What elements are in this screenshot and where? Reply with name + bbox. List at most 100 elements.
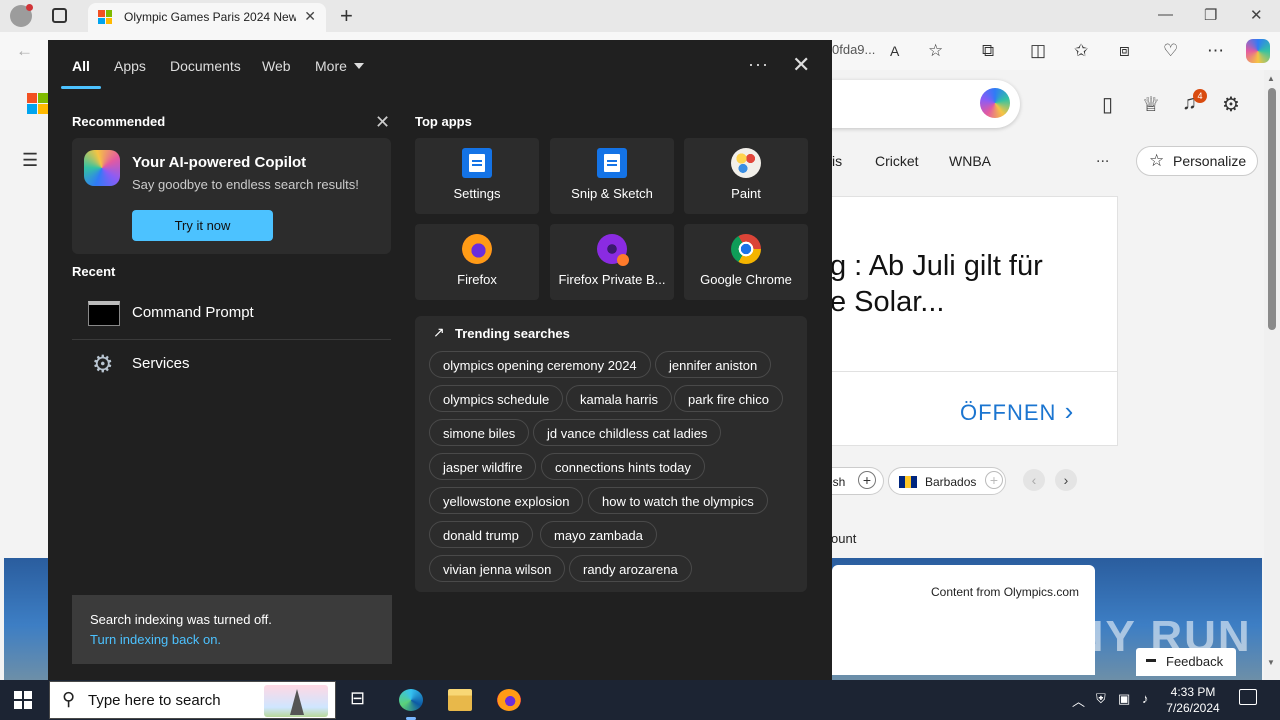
settings-more-icon[interactable]: ⋯	[1207, 41, 1224, 61]
indexing-message: Search indexing was turned off.	[90, 612, 272, 627]
tab-web[interactable]: Web	[262, 58, 291, 74]
address-bar-text[interactable]: 0fda9...	[832, 42, 875, 57]
trending-search-pill[interactable]: olympics schedule	[429, 385, 564, 412]
window-close-button[interactable]: ✕	[1250, 6, 1263, 24]
turn-indexing-on-link[interactable]: Turn indexing back on.	[90, 632, 221, 647]
more-options-icon[interactable]: ···	[748, 54, 769, 75]
window-restore-button[interactable]: ❐	[1204, 6, 1217, 24]
split-screen-icon[interactable]: ◫	[1030, 41, 1046, 61]
collections-icon[interactable]: ⧈	[1119, 41, 1130, 61]
taskbar-search-box[interactable]: ⚲ Type here to search	[49, 681, 336, 719]
favorite-star-icon[interactable]: ☆	[928, 41, 943, 61]
tab-more[interactable]: More	[315, 58, 364, 74]
trending-search-pill[interactable]: jennifer aniston	[655, 351, 772, 378]
scroll-up-icon[interactable]: ▲	[1267, 74, 1275, 83]
read-aloud-icon[interactable]: A	[890, 43, 899, 59]
performance-icon[interactable]: ♡	[1163, 41, 1178, 61]
add-chip-icon-2[interactable]: +	[985, 471, 1003, 489]
nav-link-cricket[interactable]: Cricket	[875, 153, 919, 169]
show-hidden-icons-chevron-icon[interactable]: ︿	[1072, 691, 1085, 710]
trending-search-pill[interactable]: yellowstone explosion	[429, 487, 584, 514]
nav-link-partial[interactable]: is	[832, 153, 842, 169]
firefox-icon	[462, 234, 492, 264]
app-tile-snip-sketch[interactable]: Snip & Sketch	[550, 138, 674, 214]
back-arrow-icon[interactable]: ←	[16, 41, 33, 61]
trending-search-pill[interactable]: kamala harris	[566, 385, 673, 412]
firefox-taskbar-icon[interactable]	[497, 689, 521, 711]
tab-documents[interactable]: Documents	[170, 58, 241, 74]
tab-apps[interactable]: Apps	[114, 58, 146, 74]
chips-next-arrow-icon[interactable]: ›	[1055, 469, 1077, 491]
trending-search-pill[interactable]: mayo zambada	[540, 521, 657, 548]
trending-search-pill[interactable]: connections hints today	[541, 453, 705, 480]
security-tray-icon[interactable]: ⛨	[1096, 691, 1106, 707]
file-explorer-icon[interactable]	[448, 689, 472, 711]
copilot-promo-subtitle: Say goodbye to endless search results!	[132, 177, 359, 192]
ad-open-button[interactable]: ÖFFNEN	[960, 396, 1074, 427]
trending-search-pill[interactable]: park fire chico	[674, 385, 783, 412]
trending-search-pill[interactable]: donald trump	[429, 521, 533, 548]
add-chip-icon[interactable]: +	[858, 471, 876, 489]
feedback-button[interactable]: Feedback	[1136, 648, 1236, 676]
chips-prev-arrow-icon[interactable]: ‹	[1023, 469, 1045, 491]
task-view-icon[interactable]: ⊟	[350, 688, 374, 710]
app-tile-settings[interactable]: Settings	[415, 138, 539, 214]
action-center-icon[interactable]	[1239, 689, 1257, 705]
scrollbar-thumb[interactable]	[1268, 88, 1276, 330]
trending-search-pill[interactable]: olympics opening ceremony 2024	[429, 351, 651, 378]
tab-all[interactable]: All	[72, 58, 90, 74]
recent-item-services[interactable]: ⚙ Services	[72, 340, 391, 390]
tab-title: Olympic Games Paris 2024 News,	[124, 10, 296, 24]
taskbar-clock[interactable]: 4:33 PM 7/26/2024	[1158, 684, 1228, 716]
start-windows-icon[interactable]	[14, 691, 32, 709]
recent-item-command-prompt[interactable]: Command Prompt	[72, 289, 391, 339]
search-indexing-notice: Search indexing was turned off. Turn ind…	[72, 595, 392, 664]
nav-link-wnba[interactable]: WNBA	[949, 153, 991, 169]
new-tab-button[interactable]: +	[340, 3, 353, 29]
trending-search-pill[interactable]: how to watch the olympics	[588, 487, 768, 514]
app-tile-paint[interactable]: Paint	[684, 138, 808, 214]
page-settings-gear-icon[interactable]: ⚙	[1222, 92, 1240, 117]
browser-tab-active[interactable]: Olympic Games Paris 2024 News, ✕	[88, 3, 326, 32]
favorites-icon[interactable]: ✩	[1074, 41, 1088, 61]
window-minimize-button[interactable]: —	[1158, 6, 1173, 23]
try-it-now-button[interactable]: Try it now	[132, 210, 273, 241]
dismiss-recommended-icon[interactable]: ✕	[375, 112, 390, 133]
profile-avatar-icon[interactable]	[10, 4, 33, 27]
tab-close-icon[interactable]: ✕	[304, 8, 316, 25]
trending-search-pill[interactable]: jasper wildfire	[429, 453, 537, 480]
search-icon: ⚲	[62, 689, 76, 709]
copilot-promo-card: Your AI-powered Copilot Say goodbye to e…	[72, 138, 391, 254]
ad-headline-line-1: g : Ab Juli gilt für	[830, 250, 1043, 282]
rewards-trophy-icon[interactable]: ♕	[1142, 92, 1160, 117]
google-chrome-icon	[731, 234, 761, 264]
app-tile-label: Google Chrome	[700, 272, 792, 287]
active-tab-indicator	[61, 86, 101, 89]
app-tile-firefox[interactable]: Firefox	[415, 224, 539, 300]
volume-icon[interactable]: ♪	[1142, 691, 1149, 706]
hamburger-menu-icon[interactable]: ☰	[22, 150, 38, 171]
settings-app-icon	[462, 148, 492, 178]
copilot-sidebar-icon[interactable]	[1246, 39, 1270, 63]
app-tile-firefox-private[interactable]: Firefox Private B...	[550, 224, 674, 300]
tab-actions-icon[interactable]	[52, 8, 67, 23]
personalize-button[interactable]: Personalize	[1136, 146, 1258, 176]
trending-search-pill[interactable]: vivian jenna wilson	[429, 555, 566, 582]
close-flyout-icon[interactable]: ✕	[792, 52, 810, 78]
network-icon[interactable]: ▣	[1118, 691, 1130, 707]
page-scrollbar[interactable]: ▲ ▼	[1264, 70, 1280, 680]
app-tile-label: Settings	[453, 186, 501, 201]
trending-search-pill[interactable]: simone biles	[429, 419, 530, 446]
copilot-icon[interactable]	[980, 88, 1010, 118]
search-highlight-eiffel-icon[interactable]	[264, 685, 328, 717]
app-tile-google-chrome[interactable]: Google Chrome	[684, 224, 808, 300]
mobile-phone-icon[interactable]: ▯	[1102, 92, 1113, 117]
trending-arrow-icon: ↗	[433, 324, 445, 340]
nav-more-icon[interactable]: ...	[1096, 149, 1109, 167]
trending-search-pill[interactable]: jd vance childless cat ladies	[533, 419, 722, 446]
microsoft-logo-icon[interactable]	[27, 93, 48, 114]
extensions-icon[interactable]: ⧉	[982, 41, 994, 61]
microsoft-edge-icon[interactable]	[399, 689, 423, 711]
trending-search-pill[interactable]: randy arozarena	[569, 555, 692, 582]
scroll-down-icon[interactable]: ▼	[1267, 658, 1275, 667]
